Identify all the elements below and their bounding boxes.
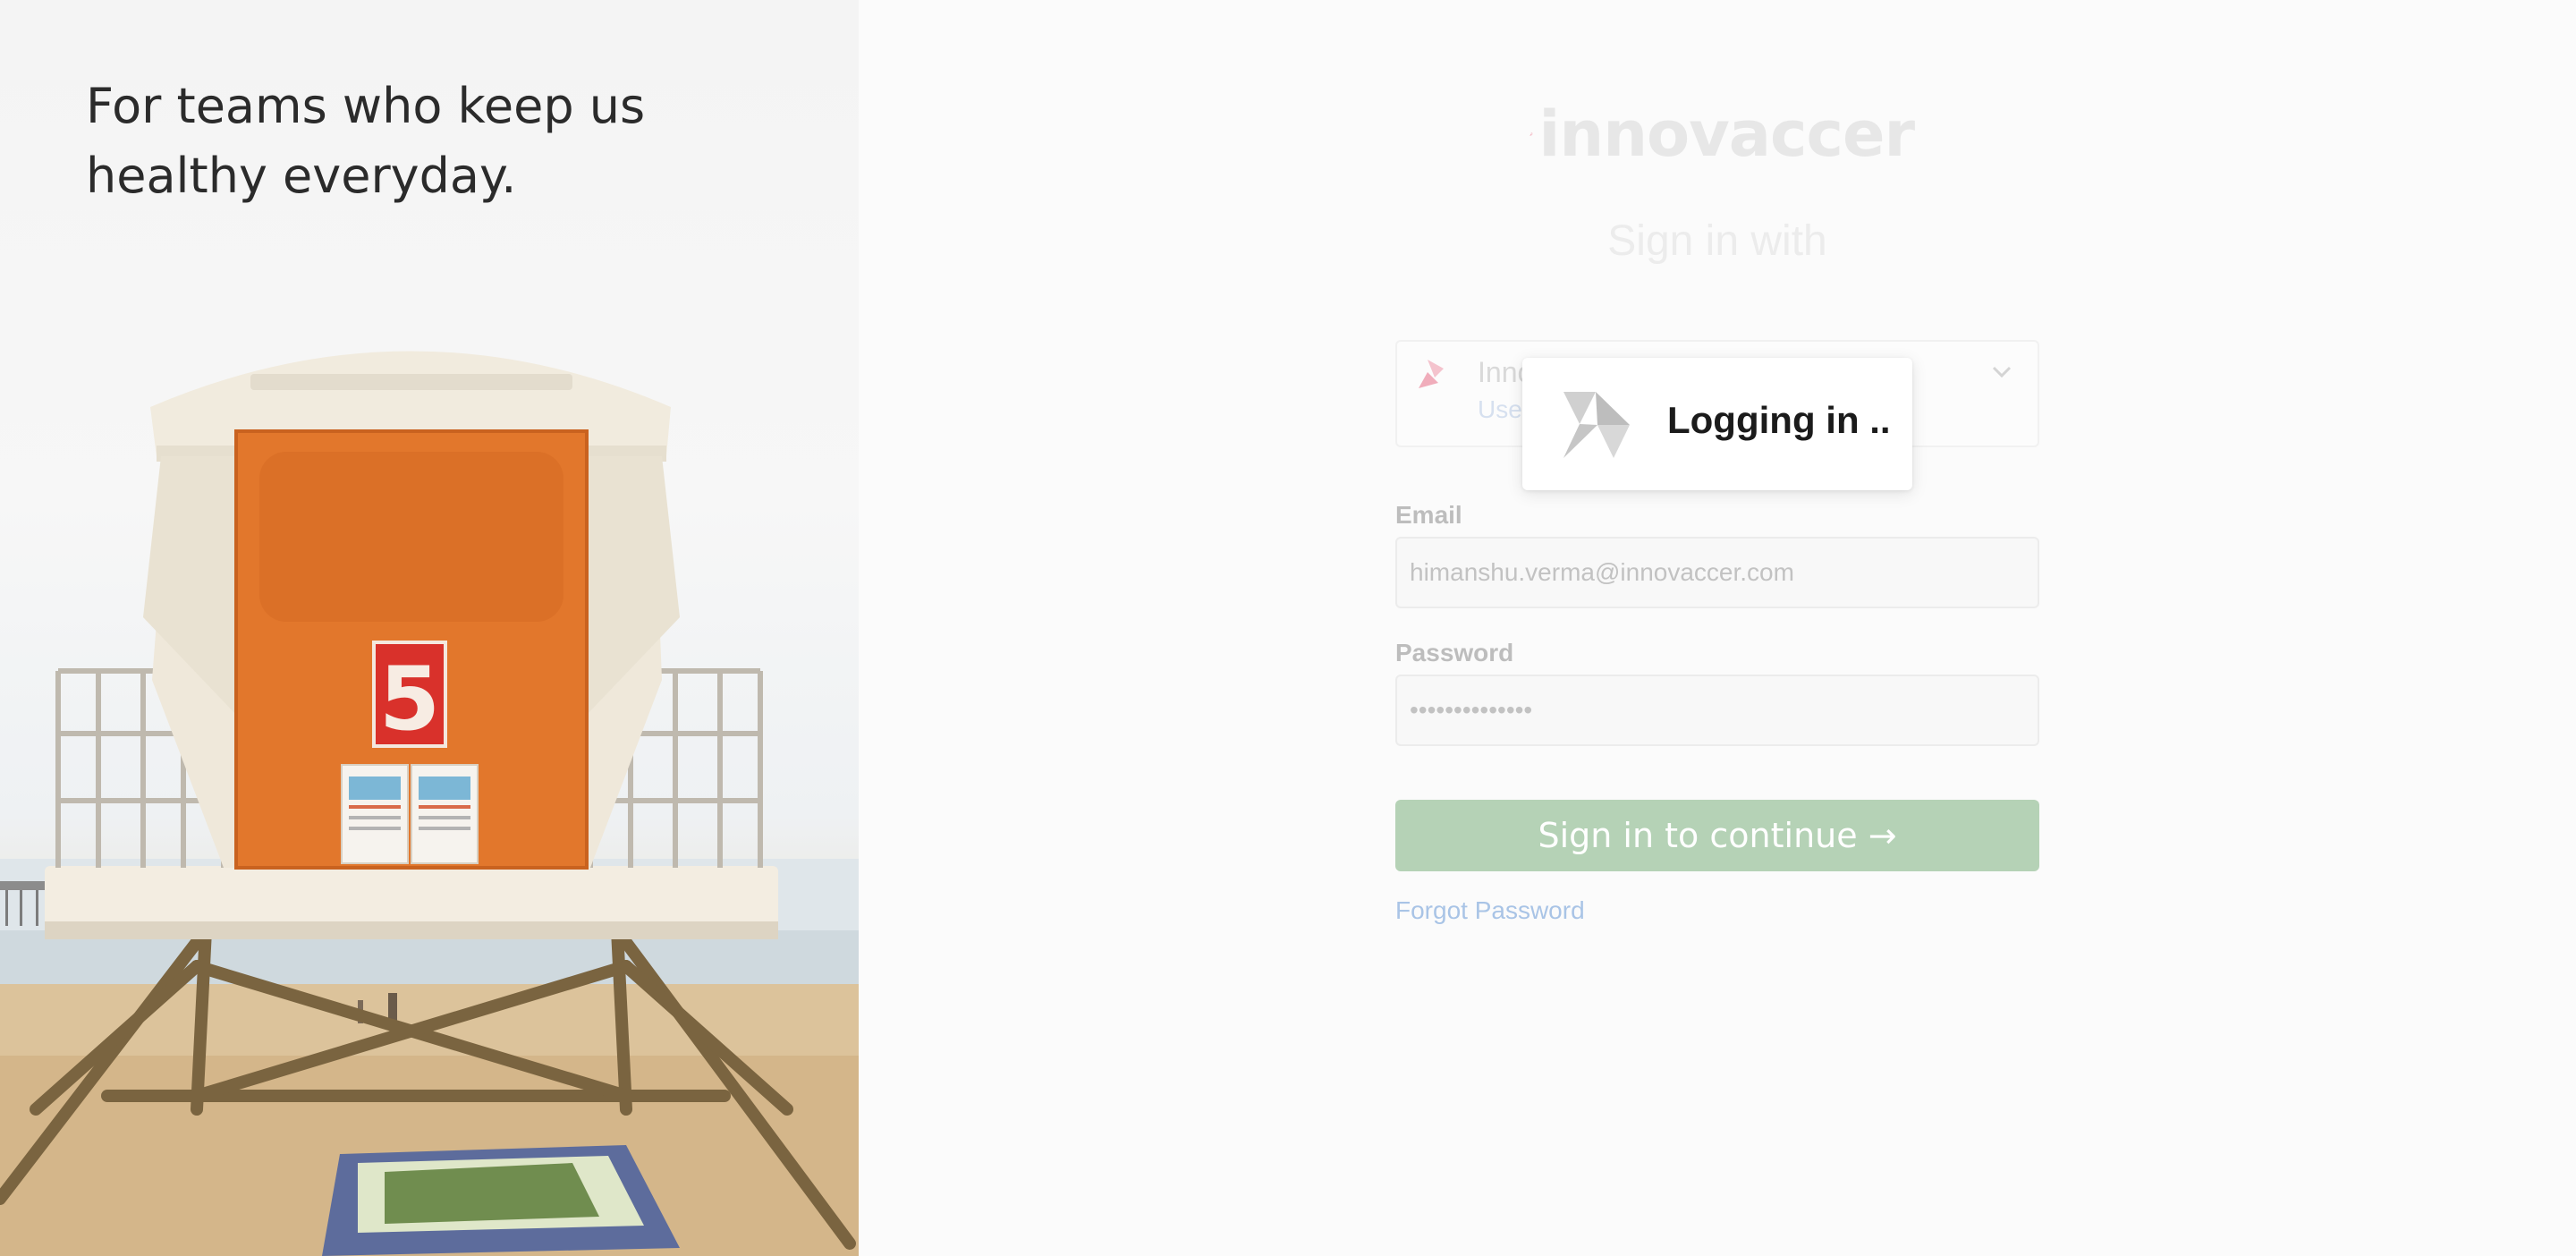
sign-in-button[interactable]: Sign in to continue → xyxy=(1395,800,2039,871)
email-label: Email xyxy=(1395,501,1462,529)
signin-heading: Sign in with xyxy=(1607,217,1827,265)
sso-provider-subtitle: Use xyxy=(1478,395,1522,423)
toast-message: Logging in .. xyxy=(1667,399,1891,441)
logging-in-toast: Logging in .. xyxy=(1522,358,1912,490)
hero-tagline-line2: healthy everyday. xyxy=(86,148,517,204)
email-field[interactable] xyxy=(1395,537,2039,608)
innovaccer-logo-icon xyxy=(1530,132,1534,137)
hero-tagline-line1: For teams who keep us xyxy=(86,78,646,134)
sso-provider-logo-icon xyxy=(1419,360,1444,388)
hero-tagline: For teams who keep us healthy everyday. xyxy=(86,72,766,211)
tower-number: 5 xyxy=(379,649,440,751)
chevron-down-icon[interactable] xyxy=(1991,365,2012,379)
hero-panel: 5 For teams who keep us healthy everyday… xyxy=(0,0,859,1256)
loading-spinner-icon xyxy=(1563,392,1630,458)
login-panel: innovaccer Sign in with Inno Use Email P… xyxy=(859,0,2576,1256)
password-label: Password xyxy=(1395,639,1514,666)
password-field[interactable] xyxy=(1395,675,2039,746)
brand-name: innovaccer xyxy=(1538,98,1915,171)
forgot-password-link[interactable]: Forgot Password xyxy=(1395,896,1585,925)
brand-logo: innovaccer xyxy=(1530,97,1915,172)
